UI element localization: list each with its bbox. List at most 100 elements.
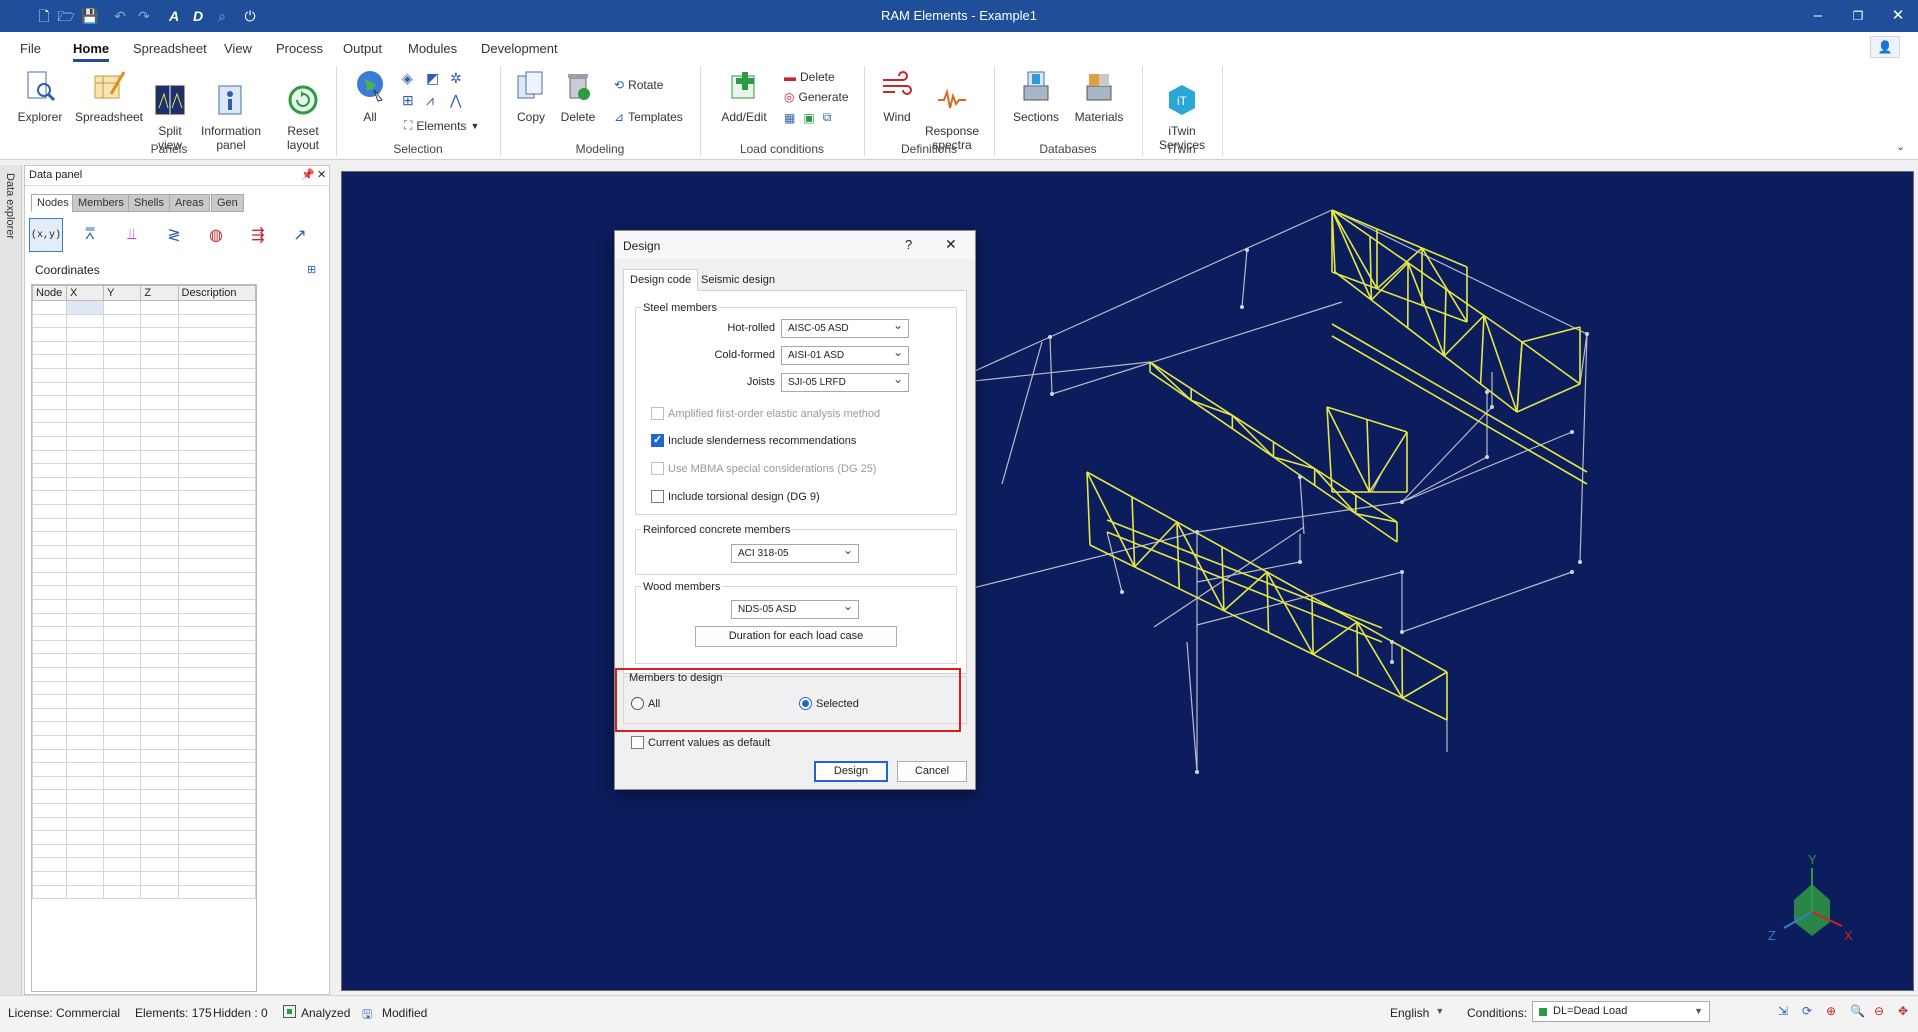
truss-diagonal[interactable] bbox=[1231, 414, 1275, 458]
table-cell[interactable] bbox=[65, 395, 105, 410]
table-row[interactable] bbox=[32, 381, 256, 397]
table-cell[interactable] bbox=[177, 463, 256, 478]
table-row[interactable] bbox=[32, 762, 256, 777]
table-cell[interactable] bbox=[103, 870, 142, 886]
truss-vertical[interactable] bbox=[1266, 571, 1270, 633]
table-cell[interactable] bbox=[65, 775, 105, 791]
table-cell[interactable] bbox=[65, 762, 105, 777]
table-row[interactable] bbox=[32, 707, 256, 723]
mbma-checkbox[interactable]: Use MBMA special considerations (DG 25) bbox=[651, 462, 876, 475]
collapse-ribbon-icon[interactable]: ⌄ bbox=[1896, 140, 1905, 153]
tab-home[interactable]: Home bbox=[73, 41, 110, 62]
table-row[interactable] bbox=[32, 544, 256, 560]
truss-bottom-chord[interactable] bbox=[1516, 383, 1581, 413]
tab-output[interactable]: Output bbox=[343, 41, 382, 56]
table-cell[interactable] bbox=[65, 490, 105, 505]
truss-bottom-chord[interactable] bbox=[1106, 531, 1383, 643]
table-cell[interactable] bbox=[32, 422, 67, 437]
table-cell[interactable] bbox=[65, 748, 105, 764]
table-cell[interactable] bbox=[32, 775, 67, 791]
new-file-icon[interactable]: 🗋 bbox=[34, 6, 54, 26]
table-cell[interactable] bbox=[65, 857, 105, 872]
springs-tool-icon[interactable]: ≷ bbox=[157, 218, 191, 252]
table-cell[interactable] bbox=[140, 435, 179, 451]
table-cell[interactable] bbox=[65, 653, 105, 669]
truss-diagonal[interactable] bbox=[1149, 361, 1192, 401]
loads-tool-icon[interactable]: ⇶ bbox=[241, 218, 275, 252]
table-cell[interactable] bbox=[140, 381, 179, 397]
tab-members[interactable]: Members bbox=[72, 194, 130, 212]
col-x[interactable]: X bbox=[65, 285, 105, 301]
table-cell[interactable] bbox=[32, 857, 67, 872]
table-cell[interactable] bbox=[140, 884, 179, 900]
table-cell[interactable] bbox=[65, 381, 105, 397]
truss-diagonal[interactable] bbox=[1521, 341, 1581, 385]
table-cell[interactable] bbox=[32, 748, 67, 764]
table-cell[interactable] bbox=[140, 599, 179, 614]
table-cell[interactable] bbox=[32, 313, 67, 329]
table-cell[interactable] bbox=[177, 476, 256, 492]
table-row[interactable] bbox=[32, 802, 256, 818]
table-cell[interactable] bbox=[177, 762, 256, 777]
table-cell[interactable] bbox=[103, 748, 142, 764]
table-row[interactable] bbox=[32, 612, 256, 628]
dialog-close-icon[interactable]: ✕ bbox=[945, 236, 957, 253]
table-cell[interactable] bbox=[140, 422, 179, 437]
table-row[interactable] bbox=[32, 816, 256, 832]
table-cell[interactable] bbox=[140, 857, 179, 872]
open-folder-icon[interactable]: 🗁 bbox=[56, 6, 76, 26]
table-cell[interactable] bbox=[65, 884, 105, 900]
node-point[interactable] bbox=[1400, 630, 1404, 634]
load-table-icon[interactable]: ▦ bbox=[784, 111, 795, 125]
rotate-view-icon[interactable]: ⟳ bbox=[1802, 1004, 1812, 1018]
node-point[interactable] bbox=[1585, 332, 1589, 336]
table-cell[interactable] bbox=[32, 667, 67, 682]
restore-icon[interactable]: ❐ bbox=[1838, 0, 1878, 32]
table-row[interactable] bbox=[32, 517, 256, 533]
truss-diagonal[interactable] bbox=[1223, 571, 1268, 612]
table-cell[interactable] bbox=[140, 830, 179, 845]
table-cell[interactable] bbox=[65, 463, 105, 478]
table-row[interactable] bbox=[32, 653, 256, 669]
frame-member[interactable] bbox=[1153, 526, 1305, 628]
table-cell[interactable] bbox=[32, 449, 67, 465]
table-cell[interactable] bbox=[177, 870, 256, 886]
table-cell[interactable] bbox=[103, 422, 142, 437]
table-cell[interactable] bbox=[65, 517, 105, 533]
table-cell[interactable] bbox=[103, 517, 142, 533]
col-description[interactable]: Description bbox=[177, 285, 256, 301]
table-cell[interactable] bbox=[140, 653, 179, 669]
table-row[interactable] bbox=[32, 870, 256, 886]
table-cell[interactable] bbox=[177, 830, 256, 845]
node-point[interactable] bbox=[1298, 475, 1302, 479]
joists-select[interactable]: SJI-05 LRFD bbox=[781, 372, 909, 392]
table-cell[interactable] bbox=[140, 395, 179, 410]
table-cell[interactable] bbox=[177, 680, 256, 696]
table-row[interactable] bbox=[32, 843, 256, 859]
table-cell[interactable] bbox=[32, 653, 67, 669]
slenderness-checkbox[interactable]: Include slenderness recommendations bbox=[651, 433, 856, 447]
supports-tool-icon[interactable]: ⩞ bbox=[73, 218, 107, 252]
table-cell[interactable] bbox=[65, 558, 105, 573]
masses-tool-icon[interactable]: ◍ bbox=[199, 218, 233, 252]
table-body[interactable] bbox=[32, 300, 256, 900]
table-cell[interactable] bbox=[177, 503, 256, 519]
table-cell[interactable] bbox=[32, 735, 67, 750]
tab-areas[interactable]: Areas bbox=[169, 194, 210, 212]
select-box-icon[interactable]: ◩ bbox=[426, 70, 439, 87]
templates-button[interactable]: ⊿ Templates bbox=[614, 110, 683, 124]
table-cell[interactable] bbox=[32, 517, 67, 533]
table-cell[interactable] bbox=[103, 395, 142, 410]
table-cell[interactable] bbox=[32, 816, 67, 832]
selected-radio[interactable]: Selected bbox=[799, 697, 859, 710]
power-icon[interactable]: ⏻ bbox=[240, 6, 260, 26]
table-cell[interactable] bbox=[140, 707, 179, 723]
table-cell[interactable] bbox=[177, 775, 256, 791]
table-cell[interactable] bbox=[140, 476, 179, 492]
table-cell[interactable] bbox=[103, 830, 142, 845]
truss-vertical[interactable] bbox=[1443, 289, 1447, 357]
coordinates-table[interactable]: Node X Y Z Description bbox=[31, 284, 257, 992]
table-cell[interactable] bbox=[177, 626, 256, 641]
truss-vertical[interactable] bbox=[1311, 596, 1314, 655]
table-row[interactable] bbox=[32, 857, 256, 872]
